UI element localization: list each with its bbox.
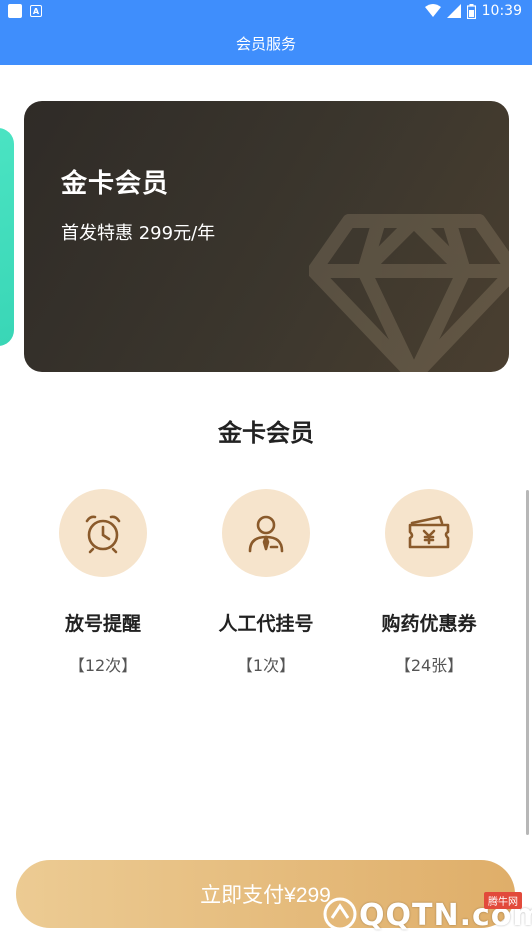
watermark-tag: 腾牛网 [484, 892, 522, 909]
benefit-item-reminder[interactable]: 放号提醒 【12次】 [18, 489, 188, 676]
card-title: 金卡会员 [61, 169, 170, 199]
benefit-label: 购药优惠券 [381, 613, 477, 635]
benefit-label: 人工代挂号 [218, 613, 314, 635]
notification-square-icon [8, 4, 22, 18]
battery-icon [466, 3, 476, 19]
watermark-figure-icon [323, 897, 357, 931]
clock-time: 10:39 [481, 3, 522, 19]
benefit-count: 【12次】 [68, 656, 138, 675]
member-service-page: A 10:39 会员服务 金卡会员 首发特惠 299元/年 金卡会员 放号提醒 … [0, 0, 532, 946]
vertical-scrollbar[interactable] [526, 490, 529, 835]
coupon-wallet-icon [408, 515, 450, 549]
section-title: 金卡会员 [218, 419, 314, 447]
benefit-item-agent-booking[interactable]: 人工代挂号 【1次】 [181, 489, 351, 676]
benefit-count: 【1次】 [236, 656, 296, 675]
agent-person-icon [248, 515, 284, 553]
benefit-icon-circle [59, 489, 147, 577]
watermark-logo: QQTN.com 腾牛网 [314, 890, 532, 940]
alarm-clock-icon [85, 515, 121, 554]
page-title: 会员服务 [0, 24, 532, 65]
status-bar-left: A [8, 4, 42, 18]
card-price-subtitle: 首发特惠 299元/年 [61, 223, 216, 244]
wifi-icon [424, 4, 441, 17]
previous-card-peek[interactable] [0, 128, 14, 346]
benefit-label: 放号提醒 [64, 613, 141, 635]
gold-member-card[interactable]: 金卡会员 首发特惠 299元/年 [24, 101, 509, 372]
benefit-icon-circle [385, 489, 473, 577]
benefit-count: 【24张】 [394, 656, 464, 675]
signal-icon [446, 4, 461, 18]
app-a-icon: A [30, 5, 42, 17]
benefit-icon-circle [222, 489, 310, 577]
benefit-item-coupon[interactable]: 购药优惠券 【24张】 [344, 489, 514, 676]
diamond-icon [309, 214, 509, 372]
status-bar: A 10:39 [0, 0, 532, 24]
status-bar-right: 10:39 [424, 3, 522, 19]
